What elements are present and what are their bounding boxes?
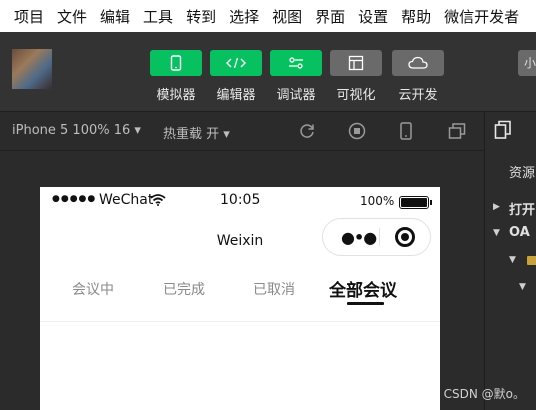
- code-icon: [226, 57, 246, 69]
- layout-icon: [348, 55, 364, 71]
- chevron-down-icon: ▼: [493, 228, 500, 238]
- capsule-menu: ●•●: [322, 218, 431, 256]
- capsule-divider: [379, 228, 380, 246]
- phone-icon: [170, 55, 182, 71]
- project-row[interactable]: ▼ OA: [485, 222, 536, 246]
- battery-icon: [399, 196, 432, 209]
- visual-button[interactable]: [330, 50, 382, 76]
- open-editors-row[interactable]: ▶ 打开: [485, 196, 536, 220]
- files-icon[interactable]: [494, 120, 512, 140]
- subfolder-row[interactable]: ▼: [485, 276, 536, 300]
- tab-completed[interactable]: 已完成: [163, 279, 205, 299]
- debugger-button[interactable]: [270, 50, 322, 76]
- rotate-icon[interactable]: [298, 122, 316, 140]
- simulator-bar: iPhone 5 100% 16 ▾ 热重载 开 ▾: [0, 112, 484, 151]
- menu-edit[interactable]: 编辑: [100, 6, 130, 27]
- chevron-down-icon: ▼: [519, 282, 526, 292]
- signal-dots: ●●●●●: [52, 194, 97, 204]
- tab-in-meeting[interactable]: 会议中: [72, 279, 114, 299]
- chevron-right-icon: ▶: [493, 202, 500, 212]
- avatar[interactable]: [12, 49, 52, 89]
- cloud-button[interactable]: [392, 50, 444, 76]
- explorer-tabbar: [485, 112, 536, 148]
- status-bar: ●●●●● WeChat 10:05 100%: [40, 187, 440, 215]
- menu-settings[interactable]: 设置: [358, 6, 388, 27]
- main-toolbar: 模拟器 编辑器 调试器 可视化 云开发 小: [0, 32, 536, 112]
- menu-bar: 项目 文件 编辑 工具 转到 选择 视图 界面 设置 帮助 微信开发者: [0, 0, 536, 32]
- open-editors-label: 打开: [509, 203, 536, 218]
- stop-icon[interactable]: [348, 122, 366, 140]
- visual-tool[interactable]: 可视化: [330, 50, 382, 103]
- device-selector[interactable]: iPhone 5 100% 16 ▾: [12, 123, 141, 138]
- status-time: 10:05: [220, 192, 261, 208]
- phone-screen: ●●●●● WeChat 10:05 100% Weixin ●•● 会议中 已…: [40, 187, 440, 410]
- carrier-label: WeChat: [99, 192, 154, 208]
- mini-program-navbar: Weixin ●•●: [40, 215, 440, 259]
- project-name: OA: [509, 225, 530, 240]
- resource-manager-label: 资源: [509, 166, 536, 181]
- menu-project[interactable]: 项目: [14, 6, 44, 27]
- active-tab-indicator: [347, 302, 384, 305]
- battery-percent: 100%: [360, 194, 395, 208]
- device-phone-icon[interactable]: [399, 122, 413, 140]
- menu-file[interactable]: 文件: [57, 6, 87, 27]
- simulator-button[interactable]: [150, 50, 202, 76]
- overflow-tool-button[interactable]: 小: [518, 50, 536, 76]
- folder-icon: [527, 256, 536, 265]
- menu-wechat-devtools[interactable]: 微信开发者: [444, 6, 519, 27]
- menu-view[interactable]: 视图: [272, 6, 302, 27]
- menu-help[interactable]: 帮助: [401, 6, 431, 27]
- folder-row[interactable]: ▼: [485, 249, 536, 273]
- cloud-label: 云开发: [398, 88, 438, 103]
- menu-tools[interactable]: 工具: [143, 6, 173, 27]
- detach-window-icon[interactable]: [448, 122, 466, 140]
- chevron-down-icon: ▼: [509, 255, 516, 265]
- simulator-area: ●●●●● WeChat 10:05 100% Weixin ●•● 会议中 已…: [0, 151, 484, 410]
- menu-interface[interactable]: 界面: [315, 6, 345, 27]
- menu-goto[interactable]: 转到: [186, 6, 216, 27]
- debug-toggle-icon: [289, 57, 303, 69]
- debugger-tool[interactable]: 调试器: [270, 50, 322, 103]
- more-options-icon[interactable]: ●•●: [341, 228, 377, 247]
- editor-button[interactable]: [210, 50, 262, 76]
- close-mini-program-icon[interactable]: [395, 227, 415, 247]
- cloud-icon: [408, 56, 428, 69]
- csdn-watermark: CSDN @默o。: [443, 387, 525, 401]
- wifi-icon: [150, 194, 166, 206]
- cloud-tool[interactable]: 云开发: [392, 50, 444, 103]
- hot-reload-toggle[interactable]: 热重载 开 ▾: [163, 123, 230, 142]
- menu-selection[interactable]: 选择: [229, 6, 259, 27]
- tab-cancelled[interactable]: 已取消: [253, 279, 295, 299]
- meeting-tabs: 会议中 已完成 已取消 全部会议: [40, 259, 440, 322]
- tab-all-meetings[interactable]: 全部会议: [329, 276, 397, 301]
- simulator-tool[interactable]: 模拟器: [150, 50, 202, 103]
- explorer-panel: 资源 ▶ 打开 ▼ OA ▼ ▼: [484, 112, 536, 410]
- editor-tool[interactable]: 编辑器: [210, 50, 262, 103]
